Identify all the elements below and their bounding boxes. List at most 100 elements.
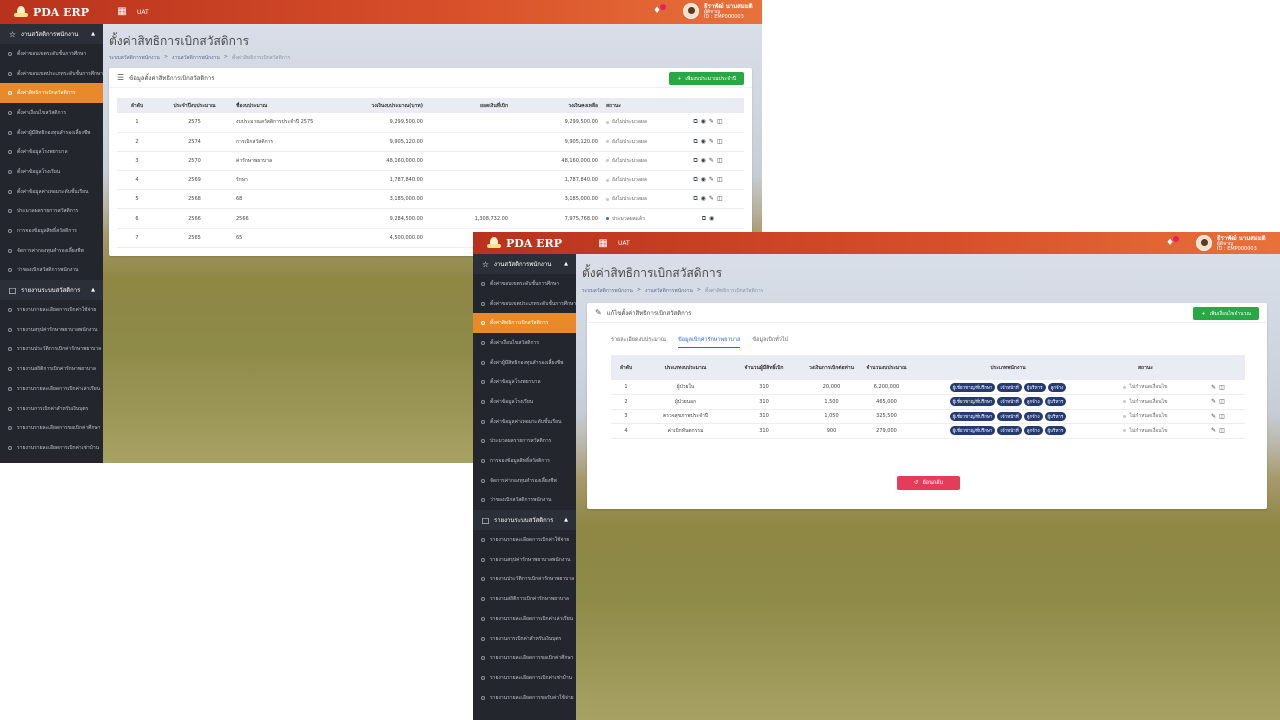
sidebar-item[interactable]: ตั้งค่าผู้มีสิทธิกองทุนสำรองเลี้ยงชีพ: [0, 123, 103, 143]
sidebar-item[interactable]: ตั้งค่าข้อมูลโรงพยาบาล: [473, 372, 576, 392]
sidebar-report-item[interactable]: รายงานการเบิกค่าสำหรับเงินบุตร: [473, 629, 576, 649]
sidebar-item[interactable]: ตั้งค่าข้อมูลค่าเทอมระดับชั้นเรียน: [0, 182, 103, 202]
add-budget-button[interactable]: + เพิ่มงบประมาณประจำปี: [669, 72, 744, 85]
bell-icon[interactable]: ♦: [1165, 236, 1179, 249]
sidebar-report-item[interactable]: รายงานรายละเอียดการเบิกค่าเช่าบ้าน: [0, 438, 103, 458]
sidebar-item[interactable]: จัดการค่ากองทุนสำรองเลี้ยงชีพ: [473, 471, 576, 491]
sidebar-item[interactable]: ตั้งค่าขอบเขตระดับชั้นการศึกษา: [0, 44, 103, 64]
edit-icon[interactable]: ✎: [709, 176, 714, 184]
sidebar-report-item[interactable]: รายงานสถิติการเบิกค่ารักษาพยาบาล: [0, 359, 103, 379]
table-row[interactable]: 4 2569 รักษา 1,787,840.00 1,787,840.00 ยังไม…: [117, 170, 744, 191]
sidebar-report-item[interactable]: รายงานประวัติการเบิกค่ารักษาพยาบาล: [473, 570, 576, 590]
sidebar-item[interactable]: ว่าของเบิกสวัสดิการพนักงาน: [473, 491, 576, 511]
breadcrumb-item[interactable]: งานสวัสดิการพนักงาน: [645, 287, 693, 295]
apps-grid-icon[interactable]: ▦: [595, 236, 611, 250]
back-button[interactable]: ↺ ย้อนกลับ: [897, 476, 960, 490]
sidebar-group-reports[interactable]: □ รายงานระบบสวัสดิการ ▲: [473, 510, 576, 531]
edit-icon[interactable]: ✎: [709, 118, 714, 126]
sidebar-item[interactable]: ตั้งค่าเงื่อนไขสวัสดิการ: [473, 333, 576, 353]
eye-icon[interactable]: ◉: [701, 176, 706, 184]
sidebar-report-item[interactable]: รายงานสรุปค่ารักษาพยาบาลพนักงาน: [473, 550, 576, 570]
sidebar-report-item[interactable]: รายงานรายละเอียดการขอเบิกค่าศึกษา: [0, 418, 103, 438]
table-row[interactable]: 1 2575 งบประมาณสวัสดิการประจำปี 2575 9,299,…: [117, 113, 744, 133]
copy-icon[interactable]: ⧉: [693, 118, 697, 126]
sidebar-item[interactable]: ตั้งค่าข้อมูลโรงเรียน: [0, 162, 103, 182]
sidebar-item[interactable]: การจองข้อมูลสิทธิ์สวัสดิการ: [473, 451, 576, 471]
tab-general[interactable]: ข้อมูลเบิกทั่วไป: [752, 336, 788, 348]
copy-icon[interactable]: ⧉: [693, 176, 697, 184]
trash-icon[interactable]: ◫: [1219, 384, 1225, 391]
edit-icon[interactable]: ✎: [1211, 398, 1216, 405]
avatar[interactable]: [683, 3, 699, 19]
sidebar-report-item[interactable]: รายงานประวัติการเบิกค่ารักษาพยาบาล: [0, 340, 103, 360]
bell-icon[interactable]: ♦: [652, 4, 666, 17]
copy-icon[interactable]: ⧉: [693, 157, 697, 165]
sidebar-item[interactable]: ตั้งค่าขอบเขตประเภทระดับชั้นการศึกษา: [0, 64, 103, 84]
sidebar-report-item[interactable]: รายงานรายละเอียดการเบิกค่าใช้จ่าย: [473, 530, 576, 550]
eye-icon[interactable]: ◉: [709, 215, 714, 223]
sidebar-item[interactable]: ตั้งค่าขอบเขตระดับชั้นการศึกษา: [473, 274, 576, 294]
sidebar-report-item[interactable]: รายงานรายละเอียดการเบิกค่าเช่าบ้าน: [473, 668, 576, 688]
add-condition-button[interactable]: + เพิ่มเงื่อนไขจำนวณ: [1193, 307, 1259, 320]
table-row[interactable]: 2 ผู้ป่วยนอก 310 1,500 465,000 ผู้เชี่ยวชาญ/…: [611, 394, 1245, 410]
avatar[interactable]: [1196, 235, 1212, 251]
eye-icon[interactable]: ◉: [701, 138, 706, 146]
apps-grid-icon[interactable]: ▦: [114, 4, 130, 18]
eye-icon[interactable]: ◉: [701, 195, 706, 203]
sidebar-item[interactable]: การจองข้อมูลสิทธิ์สวัสดิการ: [0, 221, 103, 241]
breadcrumb-item[interactable]: ระบบสวัสดิการพนักงาน: [582, 287, 633, 295]
sidebar-report-item[interactable]: รายงานรายละเอียดการขอรับค่าใช้จ่าย: [0, 458, 103, 463]
trash-icon[interactable]: ◫: [717, 157, 723, 165]
tab-medical[interactable]: ข้อมูลเบิกค่ารักษาพยาบาล: [677, 336, 741, 348]
table-row[interactable]: 4 ค่าเบิกทันตกรรม 310 900 279,000 ผู้เชี่ยวช…: [611, 423, 1245, 439]
eye-icon[interactable]: ◉: [701, 157, 706, 165]
edit-icon[interactable]: ✎: [709, 195, 714, 203]
sidebar-report-item[interactable]: รายงานรายละเอียดการขอรับค่าใช้จ่าย: [473, 688, 576, 708]
trash-icon[interactable]: ◫: [717, 195, 723, 203]
sidebar-item[interactable]: ตั้งค่าข้อมูลค่าเทอมระดับชั้นเรียน: [473, 412, 576, 432]
brand-logo[interactable]: PDA ERP: [0, 0, 103, 24]
trash-icon[interactable]: ◫: [717, 176, 723, 184]
sidebar-item[interactable]: ตั้งค่าผู้มีสิทธิกองทุนสำรองเลี้ยงชีพ: [473, 353, 576, 373]
sidebar-group-reports[interactable]: □ รายงานระบบสวัสดิการ ▲: [0, 280, 103, 301]
breadcrumb-item[interactable]: ระบบสวัสดิการพนักงาน: [109, 54, 160, 62]
user-info[interactable]: ธีราพัฒ์ นามสมมติ ผู้ดิจาญ ID : EMP00000…: [1217, 235, 1266, 252]
table-row[interactable]: 3 ตรวจสุขภาพประจำปี 310 1,050 325,500 ผู้เชี…: [611, 409, 1245, 424]
trash-icon[interactable]: ◫: [1219, 398, 1225, 405]
sidebar-item[interactable]: ตั้งค่าข้อมูลโรงพยาบาล: [0, 142, 103, 162]
brand-logo[interactable]: PDA ERP: [473, 232, 576, 254]
copy-icon[interactable]: ⧉: [702, 215, 706, 223]
edit-icon[interactable]: ✎: [1211, 413, 1216, 420]
tab-budget-details[interactable]: รายละเอียดงบประมาณ: [611, 336, 666, 348]
sidebar-report-item[interactable]: รายงานรายละเอียดการเบิกค่าใช้จ่าย: [0, 300, 103, 320]
sidebar-report-item[interactable]: รายงานสรุปค่ารักษาพยาบาลพนักงาน: [0, 320, 103, 340]
table-row[interactable]: 5 2568 68 3,185,000.00 3,185,000.00 ยังไม่ปร…: [117, 189, 744, 210]
trash-icon[interactable]: ◫: [1219, 427, 1225, 434]
sidebar-report-item[interactable]: รายงานรายละเอียดการขอเบิกค่าศึกษา: [473, 648, 576, 668]
copy-icon[interactable]: ⧉: [693, 138, 697, 146]
sidebar-report-item[interactable]: รายงานสถิติการเบิกค่ารักษาพยาบาล: [473, 589, 576, 609]
sidebar-item[interactable]: จัดการค่ากองทุนสำรองเลี้ยงชีพ: [0, 241, 103, 261]
sidebar-item[interactable]: ตั้งค่าขอบเขตประเภทระดับชั้นการศึกษา: [473, 294, 576, 314]
sidebar-report-item[interactable]: รายงานรายละเอียดการเบิกค่าเล่าเรียน: [0, 379, 103, 399]
sidebar-report-item[interactable]: รายงานการเบิกค่าสำหรับเงินบุตร: [0, 399, 103, 419]
sidebar-group-welfare[interactable]: ☆ งานสวัสดิการพนักงาน ▲: [473, 254, 576, 274]
user-info[interactable]: ธีราพัฒ์ นามสมมติ ผู้ดิจาญ ID : EMP00000…: [704, 3, 753, 20]
sidebar-item[interactable]: ตั้งค่าเงื่อนไขสวัสดิการ: [0, 103, 103, 123]
sidebar-item-active[interactable]: ตั้งค่าสิทธิการเบิกสวัสดิการ: [0, 83, 103, 104]
sidebar-group-welfare[interactable]: ☆ งานสวัสดิการพนักงาน ▲: [0, 24, 103, 44]
trash-icon[interactable]: ◫: [1219, 413, 1225, 420]
edit-icon[interactable]: ✎: [709, 138, 714, 146]
table-row[interactable]: 6 2566 2566 9,284,500.00 1,308,732.00 7,975,7…: [117, 208, 744, 229]
edit-icon[interactable]: ✎: [1211, 427, 1216, 434]
sidebar-item[interactable]: ประมวลผลรายการสวัสดิการ: [473, 432, 576, 452]
trash-icon[interactable]: ◫: [717, 138, 723, 146]
sidebar-item[interactable]: ว่าของเบิกสวัสดิการพนักงาน: [0, 261, 103, 281]
sidebar-item[interactable]: ตั้งค่าข้อมูลโรงเรียน: [473, 392, 576, 412]
edit-icon[interactable]: ✎: [709, 157, 714, 165]
edit-icon[interactable]: ✎: [1211, 384, 1216, 391]
sidebar-item[interactable]: ประมวลผลรายการสวัสดิการ: [0, 202, 103, 222]
sidebar-report-item[interactable]: รายงานรายละเอียดการเบิกค่าเล่าเรียน: [473, 609, 576, 629]
table-row[interactable]: 3 2570 ค่ารักษาพยาบาล 48,160,000.00 48,160,0…: [117, 151, 744, 172]
trash-icon[interactable]: ◫: [717, 118, 723, 126]
